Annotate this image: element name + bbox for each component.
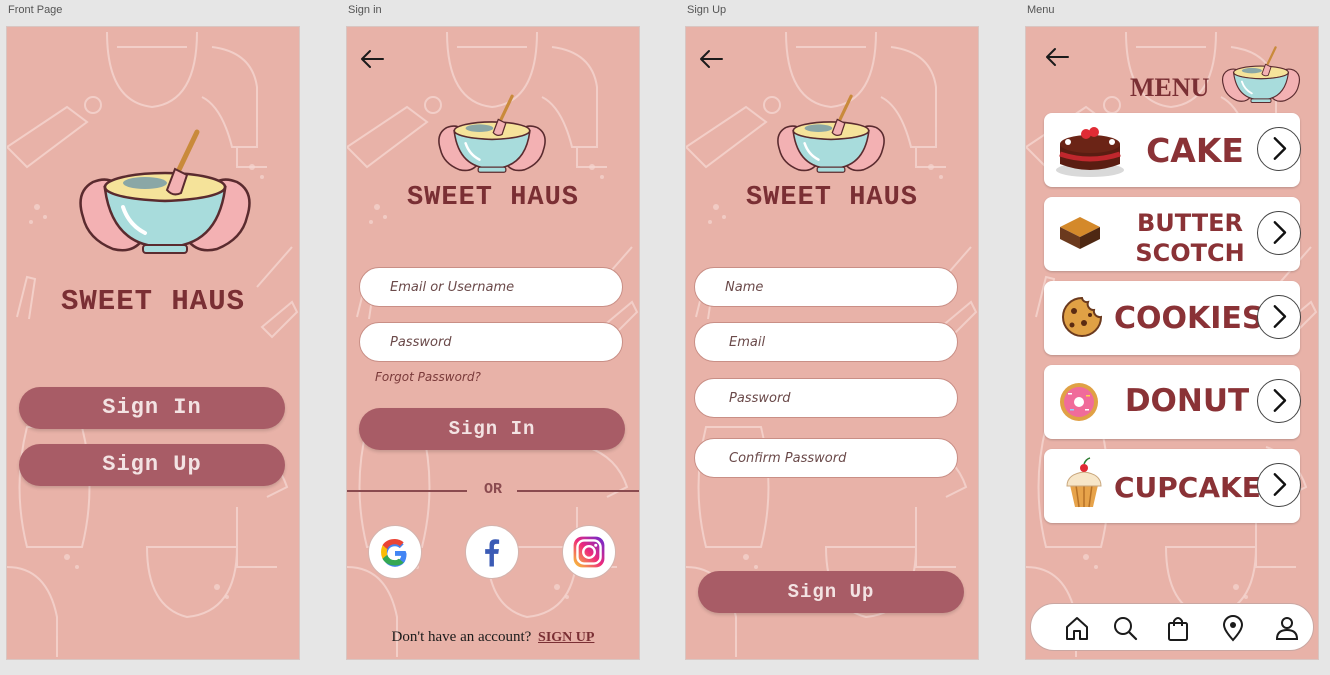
sign-up-button[interactable]: Sign Up xyxy=(19,444,285,486)
front-page-screen: SWEET HAUS Sign In Sign Up xyxy=(6,26,300,660)
home-icon[interactable] xyxy=(1063,614,1091,642)
open-donut-button[interactable] xyxy=(1257,379,1301,423)
email-field[interactable] xyxy=(694,322,958,362)
brand-title: SWEET HAUS xyxy=(745,183,919,213)
back-arrow-icon[interactable] xyxy=(698,49,724,69)
bowl-logo-icon xyxy=(774,93,888,181)
chevron-right-icon xyxy=(1258,212,1299,253)
background-pattern xyxy=(7,27,299,659)
no-account-text: Don't have an account? xyxy=(391,629,532,645)
name-input[interactable] xyxy=(695,268,957,306)
google-signin-button[interactable] xyxy=(368,525,422,579)
cookie-icon xyxy=(1062,296,1103,337)
facebook-icon xyxy=(485,539,500,567)
sign-in-button[interactable]: Sign In xyxy=(19,387,285,429)
confirm-password-input[interactable] xyxy=(695,439,957,477)
menu-item-cookies[interactable]: COOKIES xyxy=(1044,281,1301,355)
divider-line-right xyxy=(517,490,639,492)
menu-item-butterscotch[interactable]: BUTTER SCOTCH xyxy=(1044,197,1301,271)
frame-label-menu: Menu xyxy=(1027,4,1055,16)
location-icon[interactable] xyxy=(1219,614,1247,642)
menu-item-cake[interactable]: CAKE xyxy=(1044,113,1301,187)
password-input[interactable] xyxy=(695,379,957,417)
password-field[interactable] xyxy=(359,322,623,362)
menu-screen: MENU CAKE BUTTER SCOTCH COOKIES DONUT CU… xyxy=(1025,26,1319,660)
menu-item-label: DONUT xyxy=(1124,383,1250,419)
confirm-password-field[interactable] xyxy=(694,438,958,478)
bowl-logo-icon xyxy=(75,127,255,267)
cupcake-icon xyxy=(1066,457,1102,508)
search-icon[interactable] xyxy=(1111,614,1139,642)
bowl-logo-icon xyxy=(435,93,549,181)
open-cookies-button[interactable] xyxy=(1257,295,1301,339)
instagram-signin-button[interactable] xyxy=(562,525,616,579)
sign-up-button[interactable]: Sign Up xyxy=(698,571,964,613)
menu-item-label-line2: SCOTCH xyxy=(1135,239,1245,267)
sign-in-screen: SWEET HAUS Forgot Password? Sign In OR xyxy=(346,26,640,660)
menu-item-label: CUPCAKE xyxy=(1114,471,1261,504)
brand-title: SWEET HAUS xyxy=(406,183,580,213)
menu-item-label: COOKIES xyxy=(1114,301,1264,336)
butterscotch-icon xyxy=(1060,217,1100,249)
sign-up-screen: SWEET HAUS Sign Up xyxy=(685,26,979,660)
frame-label-front: Front Page xyxy=(8,4,63,16)
email-username-input[interactable] xyxy=(360,268,622,306)
chevron-right-icon xyxy=(1258,296,1299,337)
sign-up-link[interactable]: SIGN UP xyxy=(538,630,594,645)
bottom-nav-bar xyxy=(1030,603,1314,651)
chevron-right-icon xyxy=(1258,380,1299,421)
forgot-password-link[interactable]: Forgot Password? xyxy=(375,370,481,384)
sign-in-button[interactable]: Sign In xyxy=(359,408,625,450)
cake-icon xyxy=(1056,127,1124,177)
back-arrow-icon[interactable] xyxy=(359,49,385,69)
email-input[interactable] xyxy=(695,323,957,361)
brand-title: SWEET HAUS xyxy=(60,285,246,318)
back-arrow-icon[interactable] xyxy=(1044,47,1070,67)
menu-item-cupcake[interactable]: CUPCAKE xyxy=(1044,449,1301,523)
bowl-logo-icon xyxy=(1220,45,1302,109)
menu-item-label-line1: BUTTER xyxy=(1137,209,1243,237)
open-butterscotch-button[interactable] xyxy=(1257,211,1301,255)
name-field[interactable] xyxy=(694,267,958,307)
chevron-right-icon xyxy=(1258,128,1299,169)
menu-title: MENU xyxy=(1130,73,1210,102)
open-cake-button[interactable] xyxy=(1257,127,1301,171)
frame-label-signup: Sign Up xyxy=(687,4,727,16)
menu-item-label: CAKE xyxy=(1146,131,1244,170)
donut-icon xyxy=(1060,383,1098,421)
google-icon xyxy=(381,539,407,567)
profile-icon[interactable] xyxy=(1273,614,1301,642)
menu-item-donut[interactable]: DONUT xyxy=(1044,365,1301,439)
password-field[interactable] xyxy=(694,378,958,418)
chevron-right-icon xyxy=(1258,464,1299,505)
facebook-signin-button[interactable] xyxy=(465,525,519,579)
email-username-field[interactable] xyxy=(359,267,623,307)
open-cupcake-button[interactable] xyxy=(1257,463,1301,507)
no-account-row: Don't have an account? SIGN UP xyxy=(347,629,639,646)
bag-icon[interactable] xyxy=(1164,614,1192,642)
frame-label-signin: Sign in xyxy=(348,4,382,16)
password-input[interactable] xyxy=(360,323,622,361)
instagram-icon xyxy=(573,536,605,568)
